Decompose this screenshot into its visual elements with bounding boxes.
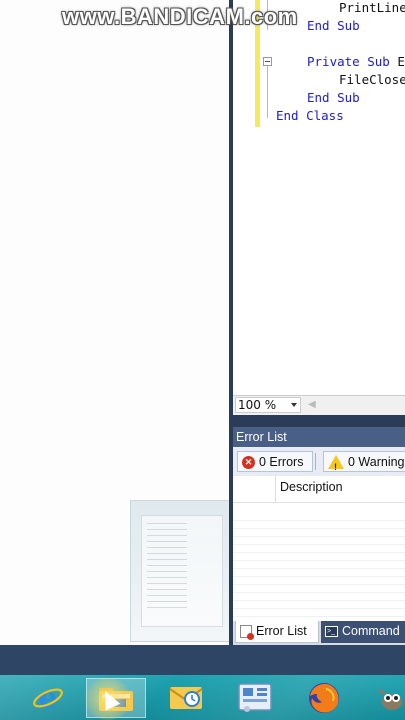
- tab-command-window[interactable]: >_ Command: [321, 621, 405, 643]
- collapse-outline-icon[interactable]: [263, 57, 272, 66]
- error-list-title[interactable]: Error List: [233, 427, 405, 447]
- control-panel-icon[interactable]: [237, 682, 273, 714]
- toolbar-separator: [315, 453, 316, 470]
- column-separator[interactable]: [275, 476, 276, 502]
- code-text: E: [389, 54, 405, 69]
- error-list-header: Description: [233, 476, 405, 503]
- gimp-icon[interactable]: [375, 684, 405, 714]
- code-line: End Class: [276, 108, 344, 123]
- code-editor[interactable]: PrintLine End Sub Private Sub E FileClos…: [233, 0, 405, 395]
- window-bottom-frame: [0, 645, 405, 675]
- zoom-value: 100 %: [238, 398, 277, 412]
- thumbnail-text-lines: [147, 523, 187, 613]
- tab-label: Error List: [256, 624, 307, 638]
- warning-icon: [328, 454, 344, 477]
- errors-filter-button[interactable]: ✕ 0 Errors: [237, 451, 313, 472]
- code-line: FileClose: [339, 72, 405, 87]
- code-keyword: Private Sub: [307, 54, 390, 69]
- code-line: Private Sub E: [307, 53, 405, 71]
- svg-text:e: e: [38, 681, 57, 713]
- thumbnail-overlay: [233, 520, 405, 620]
- errors-count-label: 0 Errors: [259, 455, 304, 469]
- warnings-filter-button[interactable]: 0 Warning: [323, 451, 405, 477]
- scroll-left-icon[interactable]: ◀: [308, 399, 316, 410]
- code-line: End Sub: [307, 18, 360, 33]
- zoom-dropdown[interactable]: 100 %: [235, 397, 301, 413]
- bandicam-watermark: www.BANDICAM.com: [62, 4, 298, 29]
- error-list-toolbar: ✕ 0 Errors 0 Warning: [233, 447, 405, 477]
- warnings-count-label: 0 Warning: [348, 455, 405, 469]
- tab-error-list[interactable]: Error List: [235, 621, 319, 643]
- chevron-down-icon: [291, 403, 297, 407]
- code-line: PrintLine: [339, 0, 405, 15]
- column-header-description[interactable]: Description: [280, 480, 343, 494]
- outlook-icon[interactable]: [168, 681, 204, 713]
- internet-explorer-icon[interactable]: e: [32, 681, 64, 713]
- error-list-icon: [240, 625, 254, 641]
- firefox-icon[interactable]: [306, 680, 342, 716]
- editor-status-bar: 100 % ◀: [233, 395, 405, 415]
- outline-guide: [267, 66, 268, 118]
- tab-label: Command: [342, 624, 400, 638]
- code-line: End Sub: [307, 90, 360, 105]
- window-thumbnail-preview: [130, 500, 231, 642]
- bottom-tab-strip: Error List >_ Command: [233, 621, 405, 645]
- command-window-icon: >_: [325, 626, 338, 638]
- error-icon: ✕: [242, 456, 255, 470]
